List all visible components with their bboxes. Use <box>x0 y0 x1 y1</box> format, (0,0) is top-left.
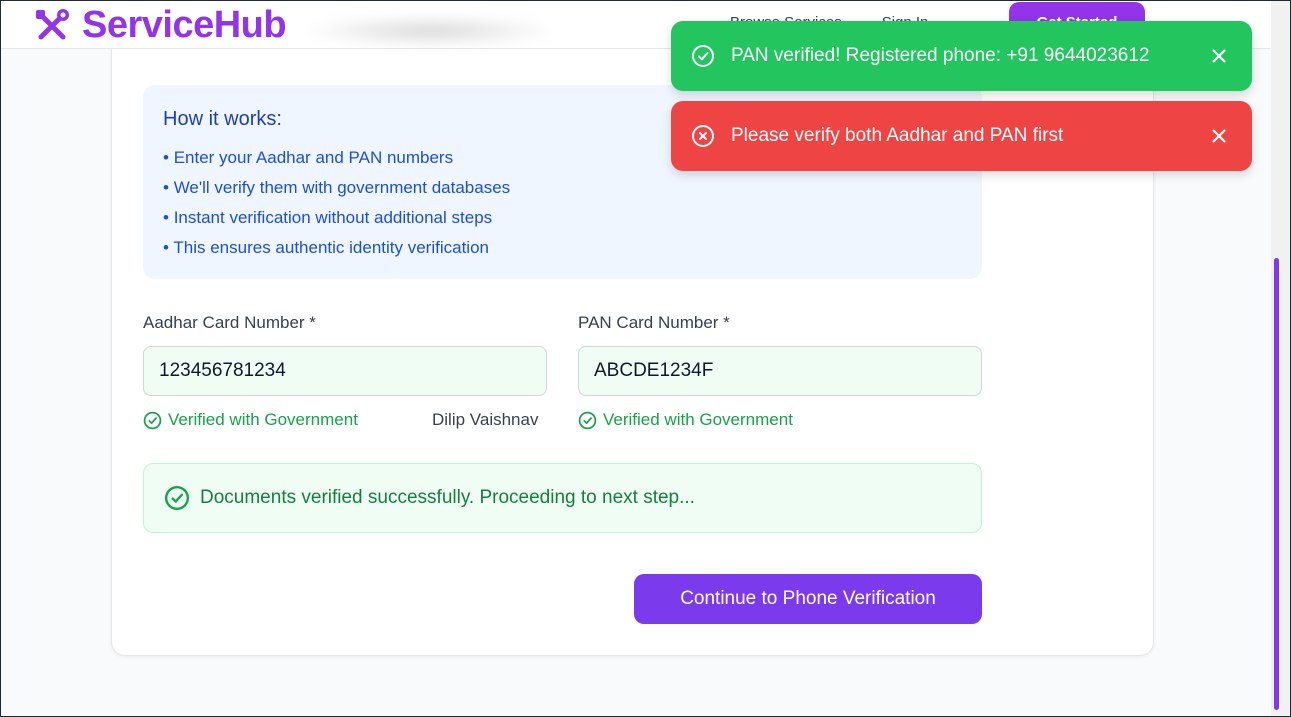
documents-verified-alert: Documents verified successfully. Proceed… <box>143 463 982 533</box>
close-icon[interactable] <box>1208 45 1230 67</box>
aadhar-holder-name: Dilip Vaishnav <box>432 410 539 429</box>
pan-input[interactable] <box>578 346 982 396</box>
list-item: Instant verification without additional … <box>163 207 510 237</box>
success-toast: PAN verified! Registered phone: +91 9644… <box>671 21 1252 91</box>
brand-name: ServiceHub <box>82 4 287 46</box>
check-circle-icon <box>578 411 597 429</box>
page-title-blurred <box>300 16 560 46</box>
continue-to-phone-verification-button[interactable]: Continue to Phone Verification <box>634 574 982 624</box>
aadhar-verified-text: Verified with Government <box>168 410 358 429</box>
page-scrollbar-thumb[interactable] <box>1274 258 1279 710</box>
close-icon[interactable] <box>1208 125 1230 147</box>
brand-logo[interactable]: ServiceHub <box>32 4 287 47</box>
pan-verified-status: Verified with Government <box>578 410 793 430</box>
check-circle-icon <box>692 45 714 67</box>
check-circle-icon <box>143 411 162 429</box>
check-circle-icon <box>164 485 190 511</box>
aadhar-label: Aadhar Card Number * <box>143 313 316 332</box>
aadhar-verified-status: Verified with Government <box>143 410 358 430</box>
aadhar-input[interactable] <box>143 346 547 396</box>
list-item: This ensures authentic identity verifica… <box>163 237 510 267</box>
how-it-works-list: Enter your Aadhar and PAN numbers We'll … <box>163 147 510 267</box>
tools-icon <box>36 8 69 39</box>
pan-label: PAN Card Number * <box>578 313 730 332</box>
how-it-works-title: How it works: <box>163 108 282 130</box>
error-toast-message: Please verify both Aadhar and PAN first <box>731 125 1064 146</box>
success-toast-message: PAN verified! Registered phone: +91 9644… <box>731 45 1150 66</box>
documents-verified-text: Documents verified successfully. Proceed… <box>200 487 695 508</box>
list-item: We'll verify them with government databa… <box>163 177 510 207</box>
list-item: Enter your Aadhar and PAN numbers <box>163 147 510 177</box>
error-toast: Please verify both Aadhar and PAN first <box>671 101 1252 171</box>
x-circle-icon <box>692 125 714 147</box>
pan-verified-text: Verified with Government <box>603 410 793 429</box>
